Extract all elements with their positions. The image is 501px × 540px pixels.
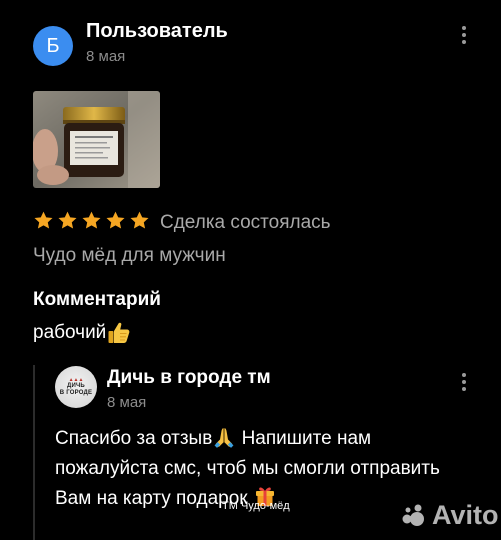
review-date: 8 мая — [86, 48, 126, 65]
honey-jar-photo — [33, 91, 160, 188]
thumbs-up-icon — [108, 322, 130, 343]
praying-hands-icon — [214, 428, 234, 448]
comment-text: рабочий — [33, 320, 132, 346]
reply-indent-bar — [33, 365, 35, 540]
seller-name[interactable]: Дичь в городе тм — [107, 367, 271, 389]
star-icon — [58, 211, 77, 229]
seller-logo-line1: ДИЧЬ — [67, 382, 85, 389]
author-avatar-initial: Б — [46, 34, 60, 57]
product-title[interactable]: Чудо мёд для мужчин — [33, 245, 226, 267]
comment-heading: Комментарий — [33, 289, 161, 310]
rating-stars — [33, 210, 150, 231]
author-avatar[interactable]: Б — [33, 26, 73, 66]
seller-logo-line2: В ГОРОДЕ — [59, 389, 93, 396]
avito-wordmark: Avito — [432, 500, 499, 530]
avito-dots-icon — [402, 504, 424, 526]
reply-more-options-icon[interactable] — [454, 370, 474, 394]
reply-text-main: Спасибо за отзыв — [55, 428, 213, 449]
seller-logo[interactable]: ▲▲▲ ДИЧЬ В ГОРОДЕ — [55, 366, 97, 408]
review-more-options-icon[interactable] — [454, 23, 474, 47]
comment-body: рабочий — [33, 322, 107, 343]
author-name[interactable]: Пользователь — [86, 19, 228, 43]
star-icon — [106, 211, 125, 229]
avito-logo: Avito — [400, 500, 499, 530]
star-icon — [82, 211, 101, 229]
star-icon — [130, 211, 149, 229]
review-page: Б Пользователь 8 мая Сделка состоялась Ч… — [0, 0, 501, 540]
star-icon — [34, 211, 53, 229]
review-photo[interactable] — [33, 91, 160, 188]
reply-date: 8 мая — [107, 394, 147, 411]
deal-status: Сделка состоялась — [160, 212, 331, 233]
photo-caption-watermark: ТМ Чудо-мёд — [222, 500, 290, 512]
